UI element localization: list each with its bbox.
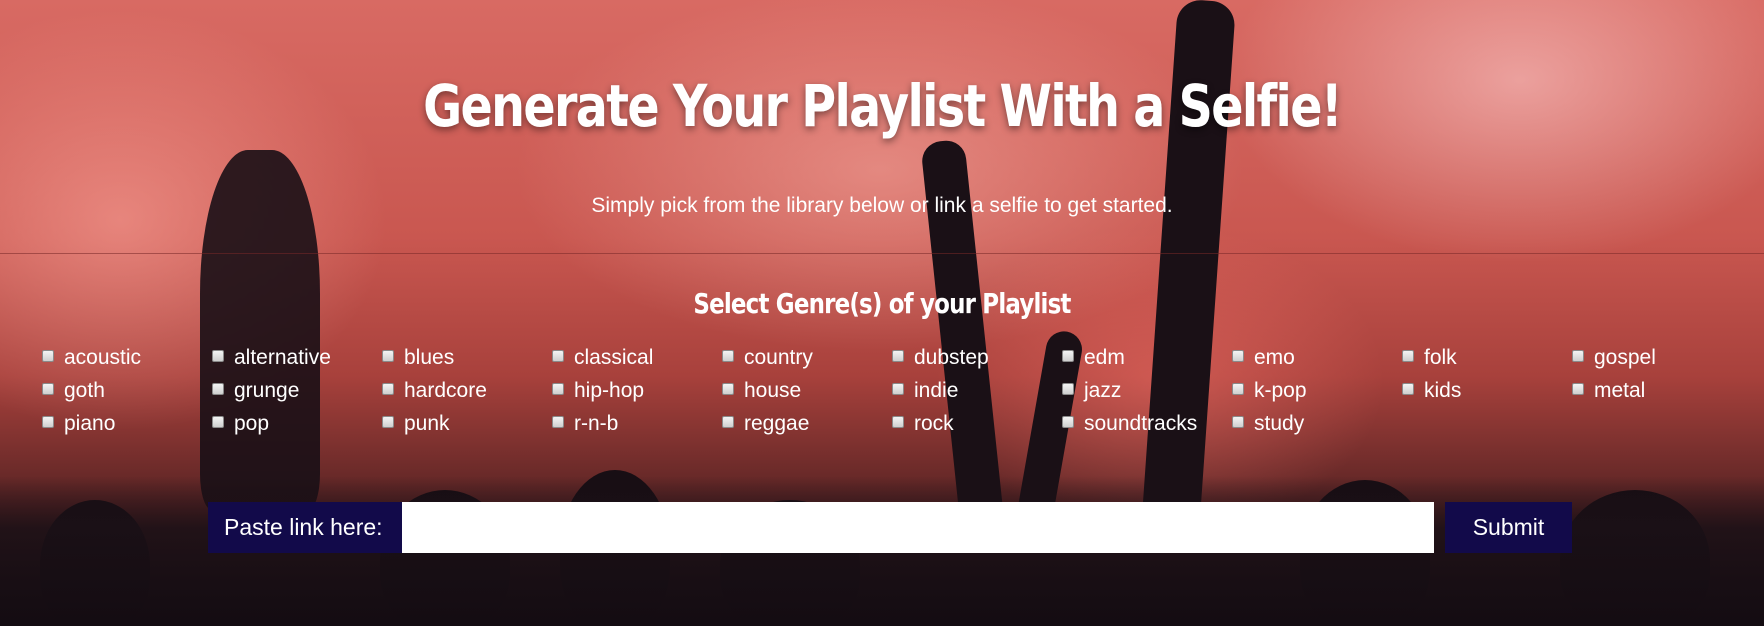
genre-option-rock[interactable]: rock [890,412,1060,445]
genre-option-reggae[interactable]: reggae [720,412,890,445]
genre-label: k-pop [1254,379,1307,402]
genre-option-alternative[interactable]: alternative [210,346,380,379]
genre-option-folk[interactable]: folk [1400,346,1570,379]
genre-option-k-pop[interactable]: k-pop [1230,379,1400,412]
genre-label: alternative [234,346,331,369]
genre-option-punk[interactable]: punk [380,412,550,445]
genre-option-goth[interactable]: goth [40,379,210,412]
checkbox-icon[interactable] [212,383,224,395]
genre-label: blues [404,346,455,369]
checkbox-icon[interactable] [722,416,734,428]
genre-label: piano [64,412,116,435]
checkbox-icon[interactable] [1232,350,1244,362]
checkbox-icon[interactable] [892,350,904,362]
genre-label: edm [1084,346,1125,369]
genre-label: goth [64,379,105,402]
checkbox-icon[interactable] [722,350,734,362]
checkbox-icon[interactable] [552,416,564,428]
genre-option-r-n-b[interactable]: r-n-b [550,412,720,445]
genre-option-grunge[interactable]: grunge [210,379,380,412]
checkbox-icon[interactable] [1572,350,1584,362]
genre-option-emo[interactable]: emo [1230,346,1400,379]
genre-option-soundtracks[interactable]: soundtracks [1060,412,1230,445]
genre-label: kids [1424,379,1462,402]
checkbox-icon[interactable] [892,416,904,428]
link-input[interactable] [402,502,1434,553]
checkbox-icon[interactable] [1402,383,1414,395]
genre-label: reggae [744,412,810,435]
genre-option-blues[interactable]: blues [380,346,550,379]
genre-label: study [1254,412,1305,435]
genre-option-country[interactable]: country [720,346,890,379]
checkbox-icon[interactable] [1572,383,1584,395]
genre-option-indie[interactable]: indie [890,379,1060,412]
genre-label: acoustic [64,346,142,369]
genre-label: country [744,346,813,369]
checkbox-icon[interactable] [1232,416,1244,428]
page-title: Generate Your Playlist With a Selfie! [423,72,1342,140]
checkbox-icon[interactable] [1402,350,1414,362]
genre-label: soundtracks [1084,412,1198,435]
genre-label: r-n-b [574,412,619,435]
checkbox-icon[interactable] [42,416,54,428]
link-form: Paste link here: Submit [208,502,1572,553]
checkbox-icon[interactable] [42,383,54,395]
genre-option-metal[interactable]: metal [1570,379,1740,412]
link-label: Paste link here: [208,502,402,553]
genre-label: dubstep [914,346,989,369]
checkbox-icon[interactable] [1062,416,1074,428]
genre-label: pop [234,412,270,435]
checkbox-icon[interactable] [1232,383,1244,395]
checkbox-icon[interactable] [382,350,394,362]
checkbox-icon[interactable] [552,350,564,362]
genre-option-hip-hop[interactable]: hip-hop [550,379,720,412]
genre-option-acoustic[interactable]: acoustic [40,346,210,379]
checkbox-icon[interactable] [212,350,224,362]
checkbox-icon[interactable] [42,350,54,362]
genre-label: folk [1424,346,1457,369]
genre-option-piano[interactable]: piano [40,412,210,445]
checkbox-icon[interactable] [552,383,564,395]
genre-option-jazz[interactable]: jazz [1060,379,1230,412]
genre-option-pop[interactable]: pop [210,412,380,445]
genre-option-house[interactable]: house [720,379,890,412]
checkbox-icon[interactable] [892,383,904,395]
genre-option-gospel[interactable]: gospel [1570,346,1740,379]
checkbox-icon[interactable] [382,383,394,395]
page-subtitle: Simply pick from the library below or li… [591,194,1173,217]
checkbox-icon[interactable] [212,416,224,428]
genre-label: metal [1594,379,1646,402]
submit-button[interactable]: Submit [1445,502,1572,553]
genre-option-study[interactable]: study [1230,412,1400,445]
genre-label: emo [1254,346,1295,369]
genre-label: grunge [234,379,300,402]
genre-label: jazz [1084,379,1122,402]
genre-label: house [744,379,802,402]
genre-label: rock [914,412,954,435]
genre-option-dubstep[interactable]: dubstep [890,346,1060,379]
genre-option-hardcore[interactable]: hardcore [380,379,550,412]
genre-option-classical[interactable]: classical [550,346,720,379]
genre-label: classical [574,346,654,369]
genre-heading: Select Genre(s) of your Playlist [693,287,1071,320]
genre-list: acoustic alternative blues classical cou… [40,346,1740,445]
hero-section: Generate Your Playlist With a Selfie! Si… [0,0,1764,626]
genre-option-edm[interactable]: edm [1060,346,1230,379]
genre-label: indie [914,379,959,402]
checkbox-icon[interactable] [1062,350,1074,362]
divider [0,253,1764,254]
genre-label: gospel [1594,346,1656,369]
genre-label: hip-hop [574,379,645,402]
genre-label: punk [404,412,450,435]
genre-option-kids[interactable]: kids [1400,379,1570,412]
genre-label: hardcore [404,379,487,402]
checkbox-icon[interactable] [722,383,734,395]
checkbox-icon[interactable] [382,416,394,428]
checkbox-icon[interactable] [1062,383,1074,395]
